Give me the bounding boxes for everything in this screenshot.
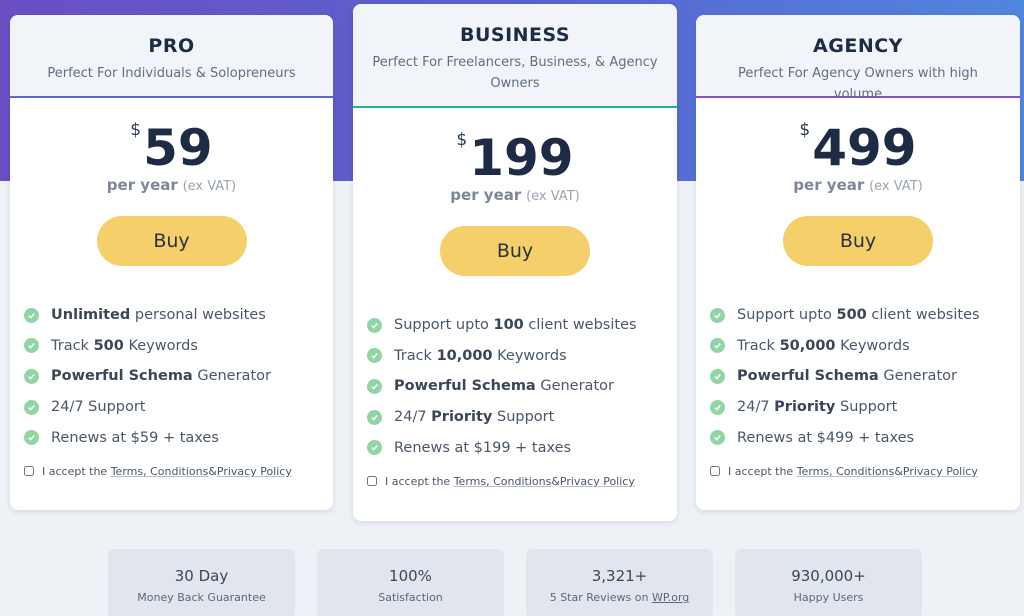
stat-money-back: 30 Day Money Back Guarantee bbox=[108, 549, 295, 616]
vat-note: (ex VAT) bbox=[869, 179, 923, 194]
feature-item: Track 50,000 Keywords bbox=[710, 331, 1020, 362]
feature-item: Track 500 Keywords bbox=[24, 331, 333, 362]
plan-name: PRO bbox=[148, 35, 195, 57]
buy-button-business[interactable]: Buy bbox=[440, 226, 590, 276]
check-circle-icon bbox=[24, 430, 39, 446]
plan-name: AGENCY bbox=[813, 35, 903, 57]
check-circle-icon bbox=[24, 338, 39, 354]
price-amount: 199 bbox=[469, 129, 574, 187]
stat-reviews: 3,321+ 5 Star Reviews on WP.org bbox=[526, 549, 713, 616]
plan-card-pro: PRO Perfect For Individuals & Solopreneu… bbox=[10, 15, 333, 510]
terms-link[interactable]: Terms, Conditions bbox=[797, 465, 895, 478]
billing-period: per year (ex VAT) bbox=[353, 186, 677, 204]
price-amount: 499 bbox=[812, 119, 917, 177]
stat-happy-users: 930,000+ Happy Users bbox=[735, 549, 922, 616]
terms-checkbox[interactable] bbox=[367, 476, 377, 487]
price: $59 bbox=[10, 119, 333, 177]
plan-card-business: BUSINESS Perfect For Freelancers, Busine… bbox=[353, 4, 677, 521]
period-label: per year bbox=[450, 186, 522, 204]
feature-item: Renews at $499 + taxes bbox=[710, 422, 1020, 453]
stat-value: 30 Day bbox=[174, 567, 229, 585]
stat-label: Happy Users bbox=[793, 591, 864, 604]
wp-org-link[interactable]: WP.org bbox=[652, 591, 689, 604]
price-amount: 59 bbox=[143, 119, 213, 177]
check-circle-icon bbox=[710, 307, 725, 323]
plan-header: PRO Perfect For Individuals & Solopreneu… bbox=[10, 15, 333, 98]
check-circle-icon bbox=[367, 409, 382, 425]
stat-value: 3,321+ bbox=[591, 567, 648, 585]
stat-value: 930,000+ bbox=[791, 567, 866, 585]
price: $499 bbox=[696, 119, 1020, 177]
plan-header: AGENCY Perfect For Agency Owners with hi… bbox=[696, 15, 1020, 102]
feature-item: 24/7 Priority Support bbox=[710, 392, 1020, 423]
privacy-link[interactable]: Privacy Policy bbox=[903, 465, 978, 478]
terms-checkbox[interactable] bbox=[710, 466, 720, 477]
terms-link[interactable]: Terms, Conditions bbox=[454, 475, 552, 488]
feature-item: Powerful Schema Generator bbox=[367, 371, 677, 402]
check-circle-icon bbox=[367, 348, 382, 364]
privacy-link[interactable]: Privacy Policy bbox=[217, 465, 292, 478]
check-circle-icon bbox=[367, 317, 382, 333]
feature-item: Powerful Schema Generator bbox=[24, 361, 333, 392]
terms-checkbox[interactable] bbox=[24, 466, 34, 477]
check-circle-icon bbox=[24, 368, 39, 384]
plan-description: Perfect For Freelancers, Business, & Age… bbox=[372, 55, 658, 91]
currency-symbol: $ bbox=[456, 130, 468, 150]
billing-period: per year (ex VAT) bbox=[696, 176, 1020, 194]
currency-symbol: $ bbox=[130, 120, 142, 140]
feature-item: Support upto 100 client websites bbox=[367, 310, 677, 341]
feature-item: Unlimited personal websites bbox=[24, 300, 333, 331]
feature-item: Renews at $59 + taxes bbox=[24, 422, 333, 453]
check-circle-icon bbox=[710, 368, 725, 384]
plan-description: Perfect For Agency Owners with high volu… bbox=[738, 66, 978, 102]
check-circle-icon bbox=[24, 307, 39, 323]
stat-satisfaction: 100% Satisfaction bbox=[317, 549, 504, 616]
billing-period: per year (ex VAT) bbox=[10, 176, 333, 194]
plan-header: BUSINESS Perfect For Freelancers, Busine… bbox=[353, 4, 677, 108]
terms-agreement: I accept the Terms, Conditions & Privacy… bbox=[10, 465, 333, 478]
price: $199 bbox=[353, 129, 677, 187]
feature-list: Support upto 100 client websites Track 1… bbox=[353, 310, 677, 463]
buy-button-pro[interactable]: Buy bbox=[96, 216, 247, 266]
check-circle-icon bbox=[367, 440, 382, 456]
feature-item: 24/7 Priority Support bbox=[367, 402, 677, 433]
stat-label: Money Back Guarantee bbox=[137, 591, 266, 604]
stat-label: Satisfaction bbox=[378, 591, 443, 604]
feature-list: Support upto 500 client websites Track 5… bbox=[696, 300, 1020, 453]
terms-link[interactable]: Terms, Conditions bbox=[111, 465, 209, 478]
check-circle-icon bbox=[710, 430, 725, 446]
currency-symbol: $ bbox=[799, 120, 811, 140]
terms-agreement: I accept the Terms, Conditions & Privacy… bbox=[696, 465, 1020, 478]
terms-agreement: I accept the Terms, Conditions & Privacy… bbox=[353, 475, 677, 488]
plan-card-agency: AGENCY Perfect For Agency Owners with hi… bbox=[696, 15, 1020, 510]
feature-item: Support upto 500 client websites bbox=[710, 300, 1020, 331]
feature-item: Track 10,000 Keywords bbox=[367, 341, 677, 372]
stat-label: 5 Star Reviews on WP.org bbox=[549, 591, 690, 604]
check-circle-icon bbox=[24, 399, 39, 415]
stat-value: 100% bbox=[389, 567, 432, 585]
feature-item: Renews at $199 + taxes bbox=[367, 432, 677, 463]
plan-name: BUSINESS bbox=[459, 24, 571, 46]
vat-note: (ex VAT) bbox=[182, 179, 237, 194]
feature-list: Unlimited personal websites Track 500 Ke… bbox=[10, 300, 333, 453]
period-label: per year bbox=[793, 176, 865, 194]
vat-note: (ex VAT) bbox=[526, 189, 580, 204]
buy-button-agency[interactable]: Buy bbox=[783, 216, 933, 266]
period-label: per year bbox=[106, 176, 178, 194]
privacy-link[interactable]: Privacy Policy bbox=[560, 475, 635, 488]
feature-item: 24/7 Support bbox=[24, 392, 333, 423]
check-circle-icon bbox=[710, 399, 725, 415]
plan-description: Perfect For Individuals & Solopreneurs bbox=[47, 66, 296, 81]
check-circle-icon bbox=[367, 378, 382, 394]
feature-item: Powerful Schema Generator bbox=[710, 361, 1020, 392]
check-circle-icon bbox=[710, 338, 725, 354]
